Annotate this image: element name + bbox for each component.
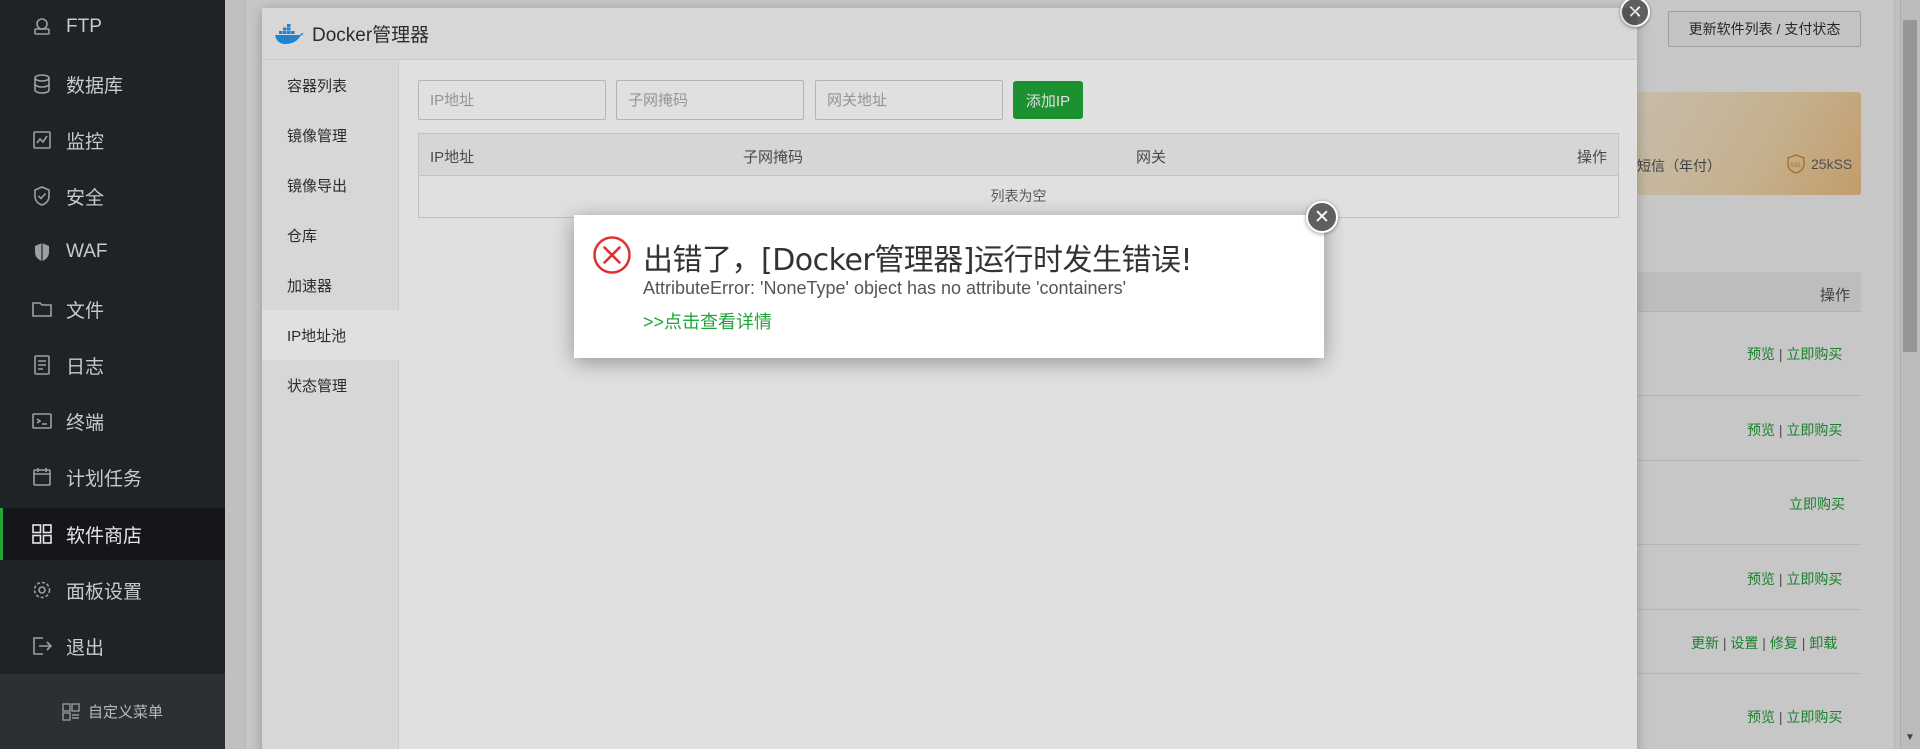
log-icon: [31, 354, 53, 376]
grid-icon: [31, 523, 53, 545]
terminal-icon: [31, 410, 53, 432]
gear-icon: [31, 579, 53, 601]
sidebar-item-label: FTP: [66, 16, 102, 37]
sidebar-item-label: 监控: [66, 131, 105, 153]
view-details-link[interactable]: >>点击查看详情: [643, 308, 772, 334]
sidebar-item-cron[interactable]: 计划任务: [0, 451, 225, 503]
error-x-circle-icon: [593, 236, 631, 274]
sidebar-item-files[interactable]: 文件: [0, 283, 225, 335]
sidebar-item-label: 退出: [66, 637, 105, 659]
shield-icon: [31, 241, 53, 263]
error-message: AttributeError: 'NoneType' object has no…: [643, 278, 1127, 298]
folder-icon: [31, 298, 53, 320]
error-close-button[interactable]: ✕: [1306, 201, 1338, 233]
sidebar-item-monitor[interactable]: 监控: [0, 114, 225, 166]
logout-icon: [31, 635, 53, 657]
sidebar-item-security[interactable]: 安全: [0, 170, 225, 222]
sidebar-item-logs[interactable]: 日志: [0, 339, 225, 391]
monitor-icon: [31, 129, 53, 151]
ftp-icon: [31, 16, 53, 38]
shield-check-icon: [31, 185, 53, 207]
sidebar-item-software-store[interactable]: 软件商店: [0, 508, 225, 560]
sidebar-item-logout[interactable]: 退出: [0, 620, 225, 672]
sidebar-item-terminal[interactable]: 终端: [0, 395, 225, 447]
calendar-icon: [31, 466, 53, 488]
custom-menu-button[interactable]: 自定义菜单: [0, 674, 225, 749]
sidebar-item-waf[interactable]: WAF: [0, 226, 225, 278]
sidebar-item-panel-settings[interactable]: 面板设置: [0, 564, 225, 616]
error-backdrop: [262, 8, 1637, 749]
sidebar-item-label: 计划任务: [66, 468, 143, 490]
error-title: 出错了，[Docker管理器]运行时发生错误!: [643, 243, 1192, 278]
sidebar-item-label: 面板设置: [66, 581, 143, 603]
sidebar-item-label: 日志: [66, 356, 105, 378]
error-dialog: 出错了，[Docker管理器]运行时发生错误! AttributeError: …: [574, 215, 1324, 358]
sidebar-item-ftp[interactable]: FTP: [0, 1, 225, 53]
sidebar-item-label: 终端: [66, 412, 105, 434]
sidebar-item-label: WAF: [66, 241, 108, 262]
custom-menu-label: 自定义菜单: [87, 704, 163, 721]
sidebar-item-database[interactable]: 数据库: [0, 58, 225, 110]
database-icon: [31, 73, 53, 95]
sidebar-item-label: 软件商店: [66, 525, 143, 547]
sidebar-item-label: 数据库: [66, 75, 124, 97]
sidebar: FTP 数据库 监控 安全 WAF 文件 日志 终端 计划任务 软件商店 面板设…: [0, 0, 225, 749]
sidebar-item-label: 安全: [66, 187, 105, 209]
sidebar-item-label: 文件: [66, 300, 105, 322]
grid-icon: [62, 702, 80, 721]
close-icon: ✕: [1314, 206, 1330, 228]
